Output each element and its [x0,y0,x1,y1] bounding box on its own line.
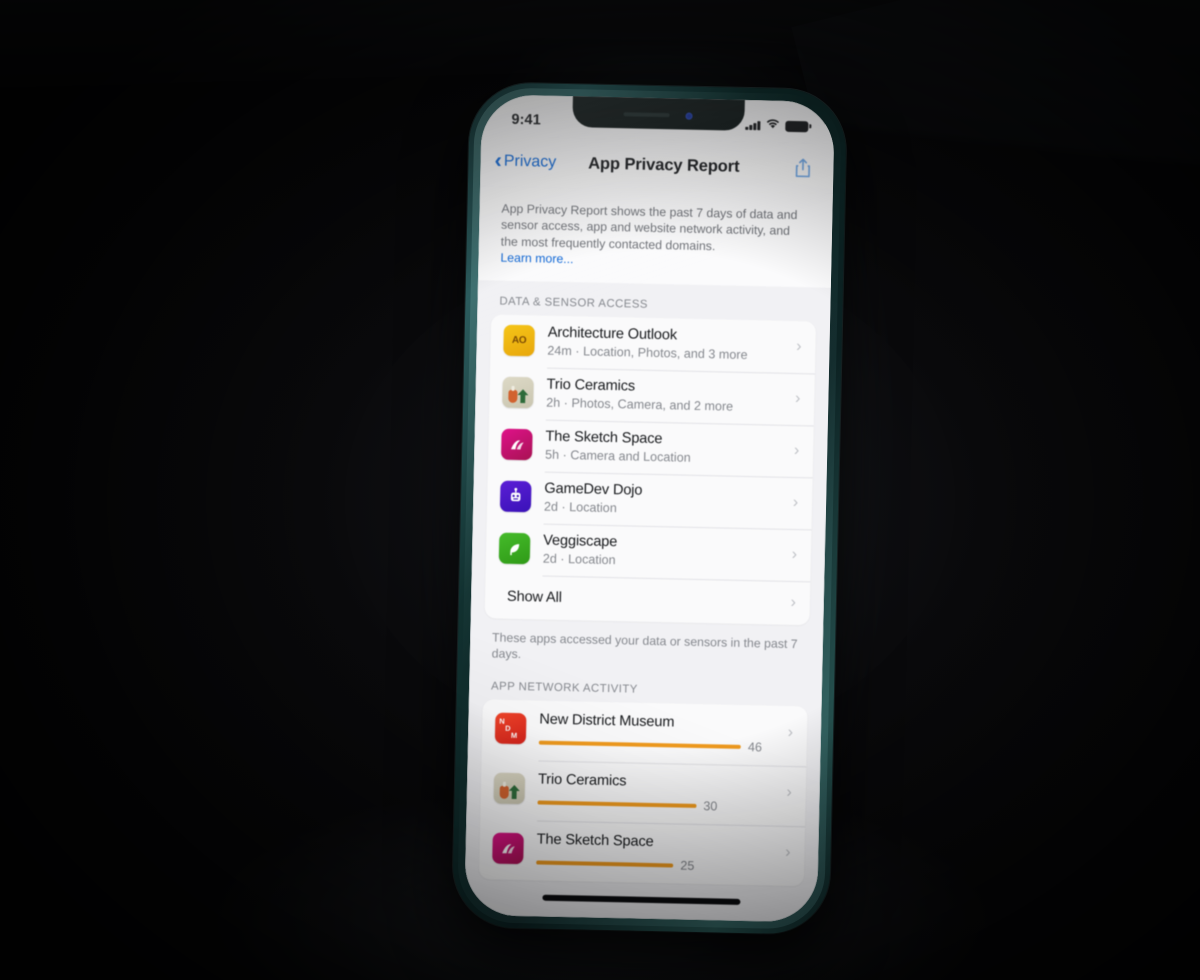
activity-bar [537,800,697,808]
share-button[interactable] [789,154,816,183]
flask-shape [508,389,518,404]
trio-ceramics-art [502,377,534,409]
chevron-right-icon: › [792,493,799,511]
activity-value: 46 [747,740,763,755]
chevron-right-icon: › [787,723,794,742]
activity-value: 25 [680,858,695,873]
activity-bar-line: 30 [537,796,778,815]
data-sensor-footer-note: These apps accessed your data or sensors… [491,630,798,661]
iphone-device: 9:41 ‹ Privacy App Privacy Report App Pr… [410,41,900,973]
row-title: New District Museum [539,711,675,731]
row-title: Trio Ceramics [537,771,627,790]
chevron-left-icon: ‹ [494,147,503,173]
activity-bar [538,740,741,749]
trio-ceramics-art [493,773,525,805]
chevron-right-icon: › [790,593,797,611]
activity-bar-line: 46 [538,736,780,755]
row-text: Architecture Outlook 24m · Location, Pho… [547,324,788,364]
ndm-monogram: NDM [499,716,518,741]
robot-icon [510,487,521,502]
app-icon-veggiscape [498,532,531,565]
chevron-right-icon: › [796,337,802,355]
row-text: Trio Ceramics 30 [537,771,778,815]
chevron-right-icon: › [784,843,791,862]
chevron-right-icon: › [786,783,792,802]
leaf-shape [517,389,528,403]
table-row[interactable]: NDM New District Museum 46 › [481,699,807,766]
earpiece-speaker [623,112,670,118]
share-icon [795,158,810,178]
flask-shape [499,785,509,799]
app-network-activity-card: NDM New District Museum 46 › Trio Cerami… [478,699,808,887]
app-icon-architecture-outlook: AO [503,324,535,357]
front-camera [685,112,693,120]
table-row[interactable]: Trio Ceramics 30 › [480,759,806,826]
device-notch [571,94,745,131]
navigation-bar: ‹ Privacy App Privacy Report [479,136,834,194]
table-row[interactable]: GameDev Dojo 2d · Location › [487,470,813,529]
app-icon-trio-ceramics [493,772,526,805]
row-text: The Sketch Space 5h · Camera and Locatio… [545,428,786,468]
row-text: New District Museum 46 [538,711,780,755]
cellular-signal-icon [745,120,761,131]
app-icon-new-district-museum: NDM [494,712,527,745]
table-row[interactable]: The Sketch Space 25 › [479,819,805,886]
activity-value: 30 [703,799,718,814]
page-title: App Privacy Report [588,153,740,176]
battery-icon [785,120,809,132]
leaf-icon [509,543,519,555]
device-screen: 9:41 ‹ Privacy App Privacy Report App Pr… [464,94,835,923]
status-time: 9:41 [511,111,542,129]
sketch-mark-icon [510,440,524,450]
wifi-icon [765,116,780,134]
row-text: The Sketch Space 25 [536,831,777,875]
row-text: Show All [507,587,783,611]
status-icons [745,116,809,135]
sketch-mark-icon [501,843,515,853]
leaf-shape [509,785,520,799]
app-icon-trio-ceramics [502,376,534,409]
row-text: GameDev Dojo 2d · Location [544,480,785,520]
activity-bar [536,860,674,868]
activity-bar-line: 25 [536,856,777,875]
row-text: Veggiscape 2d · Location [543,532,784,572]
intro-description: App Privacy Report shows the past 7 days… [477,186,833,288]
table-row[interactable]: Trio Ceramics 2h · Photos, Camera, and 2… [489,366,815,425]
presentation-stage: 9:41 ‹ Privacy App Privacy Report App Pr… [0,0,1200,980]
chevron-right-icon: › [791,545,798,563]
row-title: The Sketch Space [536,831,654,851]
table-row[interactable]: The Sketch Space 5h · Camera and Locatio… [488,418,814,477]
intro-text: App Privacy Report shows the past 7 days… [500,201,798,254]
table-row[interactable]: Veggiscape 2d · Location › [485,522,811,581]
table-row[interactable]: AO Architecture Outlook 24m · Location, … [490,314,816,373]
data-sensor-access-card: AO Architecture Outlook 24m · Location, … [484,314,817,626]
show-all-label: Show All [506,588,562,606]
app-icon-the-sketch-space [500,428,533,461]
app-icon-the-sketch-space [492,832,524,865]
show-all-row[interactable]: Show All › [485,574,811,625]
scroll-content[interactable]: App Privacy Report shows the past 7 days… [464,186,833,923]
chevron-right-icon: › [793,441,800,459]
app-icon-label: AO [511,334,527,347]
chevron-right-icon: › [794,389,801,407]
app-icon-gamedev-dojo [499,480,532,513]
learn-more-link[interactable]: Learn more... [500,251,573,267]
row-text: Trio Ceramics 2h · Photos, Camera, and 2… [546,376,787,416]
